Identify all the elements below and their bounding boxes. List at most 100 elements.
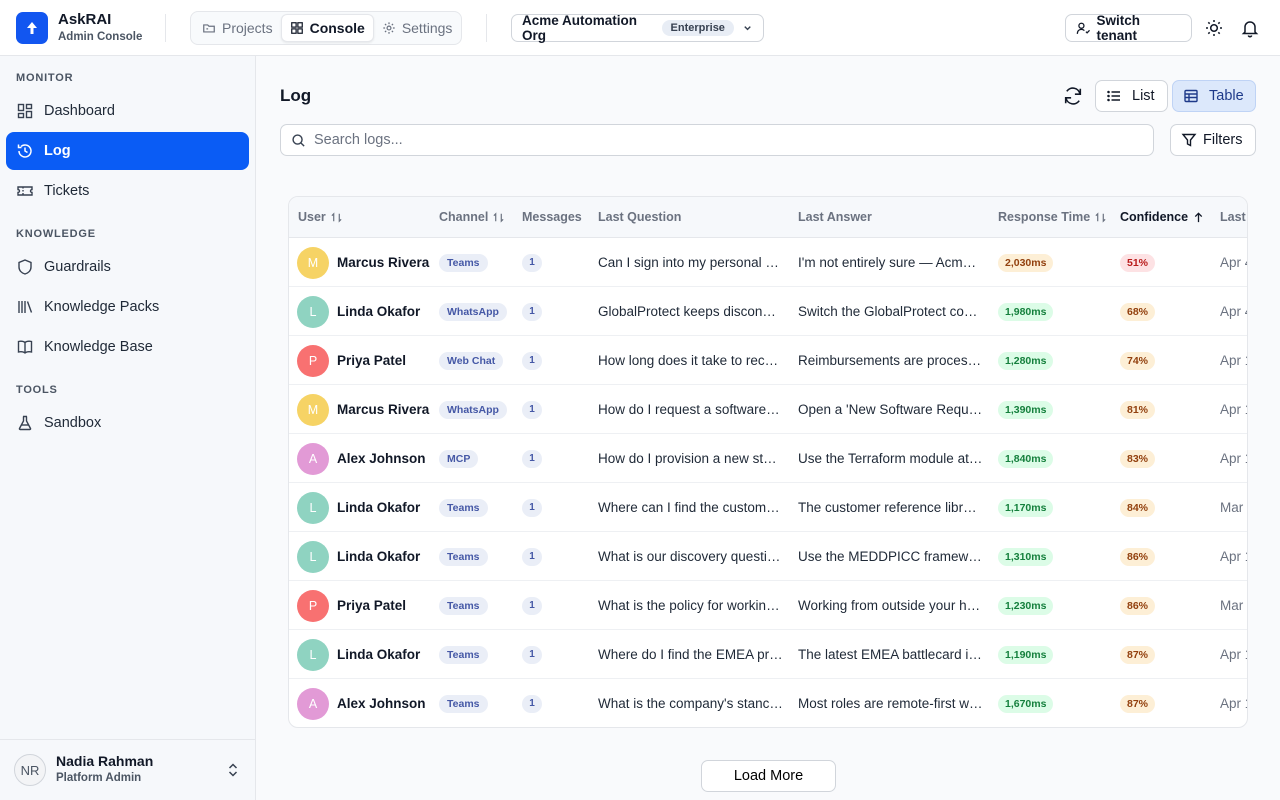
channel-cell: Teams (439, 630, 519, 679)
last-question: What is the company's stance on remote w… (598, 696, 783, 711)
search-input[interactable] (314, 132, 1114, 148)
message-count-badge: 1 (522, 694, 542, 713)
table-row[interactable]: L Linda Okafor Teams 1 Where can I find the … (289, 483, 1247, 532)
last-date: Mar 3 (1220, 500, 1247, 515)
table-row[interactable]: P Priya Patel Web Chat 1 How long does it ta… (289, 336, 1247, 385)
column-confidence[interactable]: Confidence (1120, 210, 1205, 224)
table-row[interactable]: M Marcus Rivera WhatsApp 1 How do I request … (289, 385, 1247, 434)
logo-icon (27, 22, 37, 34)
table-row[interactable]: M Marcus Rivera Teams 1 Can I sign into my p… (289, 238, 1247, 287)
sidebar-section-knowledge: KNOWLEDGE (16, 228, 96, 240)
sidebar-item-label: Knowledge Base (44, 339, 153, 355)
switch-tenant-button[interactable]: Switch tenant (1065, 13, 1192, 43)
last-date: Mar 3 (1220, 598, 1247, 613)
column-response-time[interactable]: Response Time (998, 210, 1107, 224)
last-date: Apr 1 (1220, 647, 1247, 662)
response-time-badge: 2,030ms (998, 253, 1054, 272)
messages-cell: 1 (522, 434, 562, 483)
confidence-badge: 87% (1120, 694, 1156, 713)
column-channel[interactable]: Channel (439, 210, 505, 224)
sidebar-item-tickets[interactable]: Tickets (6, 172, 249, 210)
user-switch-icon (1076, 22, 1091, 34)
theme-toggle-icon[interactable] (1204, 18, 1224, 38)
sidebar-item-sandbox[interactable]: Sandbox (6, 404, 249, 442)
column-label: Last (1220, 210, 1246, 224)
sidebar-section-monitor: MONITOR (16, 72, 74, 84)
message-count-badge: 1 (522, 498, 542, 517)
user-name: Linda Okafor (337, 647, 421, 662)
response-time-cell: 1,190ms (998, 630, 1108, 679)
tab-settings[interactable]: Settings (374, 14, 461, 42)
user-menu[interactable]: NR Nadia Rahman Platform Admin (0, 739, 256, 800)
top-bar: AskRAI Admin Console Projects Console Se… (0, 0, 1280, 56)
table-row[interactable]: P Priya Patel Teams 1 What is the policy for… (289, 581, 1247, 630)
last-cell: Mar 3 (1220, 483, 1247, 532)
sidebar-item-guardrails[interactable]: Guardrails (6, 248, 249, 286)
sidebar: MONITOR Dashboard Log Tickets KNOWLEDGE … (0, 56, 256, 800)
last-answer: Use the Terraform module at the platform… (798, 451, 983, 466)
message-count-badge: 1 (522, 596, 542, 615)
user-cell: A Alex Johnson (297, 679, 435, 727)
channel-cell: Teams (439, 581, 519, 630)
view-table-button[interactable]: Table (1172, 80, 1256, 112)
refresh-icon[interactable] (1062, 85, 1084, 107)
last-cell: Apr 1 (1220, 434, 1247, 483)
tab-projects[interactable]: Projects (194, 14, 281, 42)
question-cell: What is the policy for working from abro… (598, 581, 783, 630)
brand: AskRAI Admin Console (58, 11, 142, 45)
answer-cell: Use the MEDDPICC framework for discovery… (798, 532, 983, 581)
shield-icon (18, 259, 32, 275)
filters-button[interactable]: Filters (1170, 124, 1256, 156)
sidebar-item-knowledge-packs[interactable]: Knowledge Packs (6, 288, 249, 326)
channel-badge: MCP (439, 449, 479, 468)
page-title: Log (280, 86, 312, 105)
log-table: User Channel Messages Last Question Last… (288, 196, 1248, 728)
table-row[interactable]: L Linda Okafor Teams 1 What is our discovery… (289, 532, 1247, 581)
last-date: Apr 4 (1220, 255, 1247, 270)
sidebar-item-log[interactable]: Log (6, 132, 249, 170)
bell-icon[interactable] (1240, 18, 1260, 38)
view-list-button[interactable]: List (1095, 80, 1168, 112)
response-time-badge: 1,230ms (998, 596, 1054, 615)
user-cell: L Linda Okafor (297, 532, 435, 581)
channel-cell: Teams (439, 483, 519, 532)
ticket-icon (17, 186, 33, 196)
app-logo[interactable] (16, 12, 48, 44)
response-time-badge: 1,670ms (998, 694, 1054, 713)
table-icon (1184, 89, 1198, 103)
table-row[interactable]: L Linda Okafor WhatsApp 1 GlobalProtect keep… (289, 287, 1247, 336)
confidence-cell: 81% (1120, 385, 1210, 434)
table-row[interactable]: L Linda Okafor Teams 1 Where do I find the E… (289, 630, 1247, 679)
sidebar-item-label: Tickets (44, 183, 90, 199)
column-label: Confidence (1120, 210, 1189, 224)
sidebar-item-knowledge-base[interactable]: Knowledge Base (6, 328, 249, 366)
table-row[interactable]: A Alex Johnson MCP 1 How do I provision a ne… (289, 434, 1247, 483)
channel-cell: Teams (439, 532, 519, 581)
channel-badge: Teams (439, 645, 488, 664)
history-icon (17, 144, 32, 158)
channel-badge: Teams (439, 498, 488, 517)
messages-cell: 1 (522, 679, 562, 727)
last-cell: Apr 1 (1220, 336, 1247, 385)
user-name: Alex Johnson (337, 451, 426, 466)
org-selector[interactable]: Acme Automation Org Enterprise (511, 13, 764, 43)
column-user[interactable]: User (298, 210, 343, 224)
last-answer: Working from outside your home country r… (798, 598, 983, 613)
message-count-badge: 1 (522, 253, 542, 272)
channel-badge: Teams (439, 694, 488, 713)
tab-console[interactable]: Console (280, 14, 374, 42)
table-row[interactable]: A Alex Johnson Teams 1 What is the company's… (289, 679, 1247, 727)
last-cell: Apr 1 (1220, 532, 1247, 581)
avatar: M (297, 393, 329, 426)
response-time-badge: 1,310ms (998, 547, 1054, 566)
search-box[interactable] (280, 124, 1154, 156)
book-icon (17, 340, 33, 354)
sidebar-item-label: Log (44, 143, 71, 159)
last-answer: Most roles are remote-first with quarter… (798, 696, 983, 711)
divider (486, 14, 487, 42)
message-count-badge: 1 (522, 547, 542, 566)
channel-cell: Teams (439, 238, 519, 287)
sidebar-item-dashboard[interactable]: Dashboard (6, 92, 249, 130)
confidence-badge: 81% (1120, 400, 1156, 419)
load-more-button[interactable]: Load More (701, 760, 836, 792)
